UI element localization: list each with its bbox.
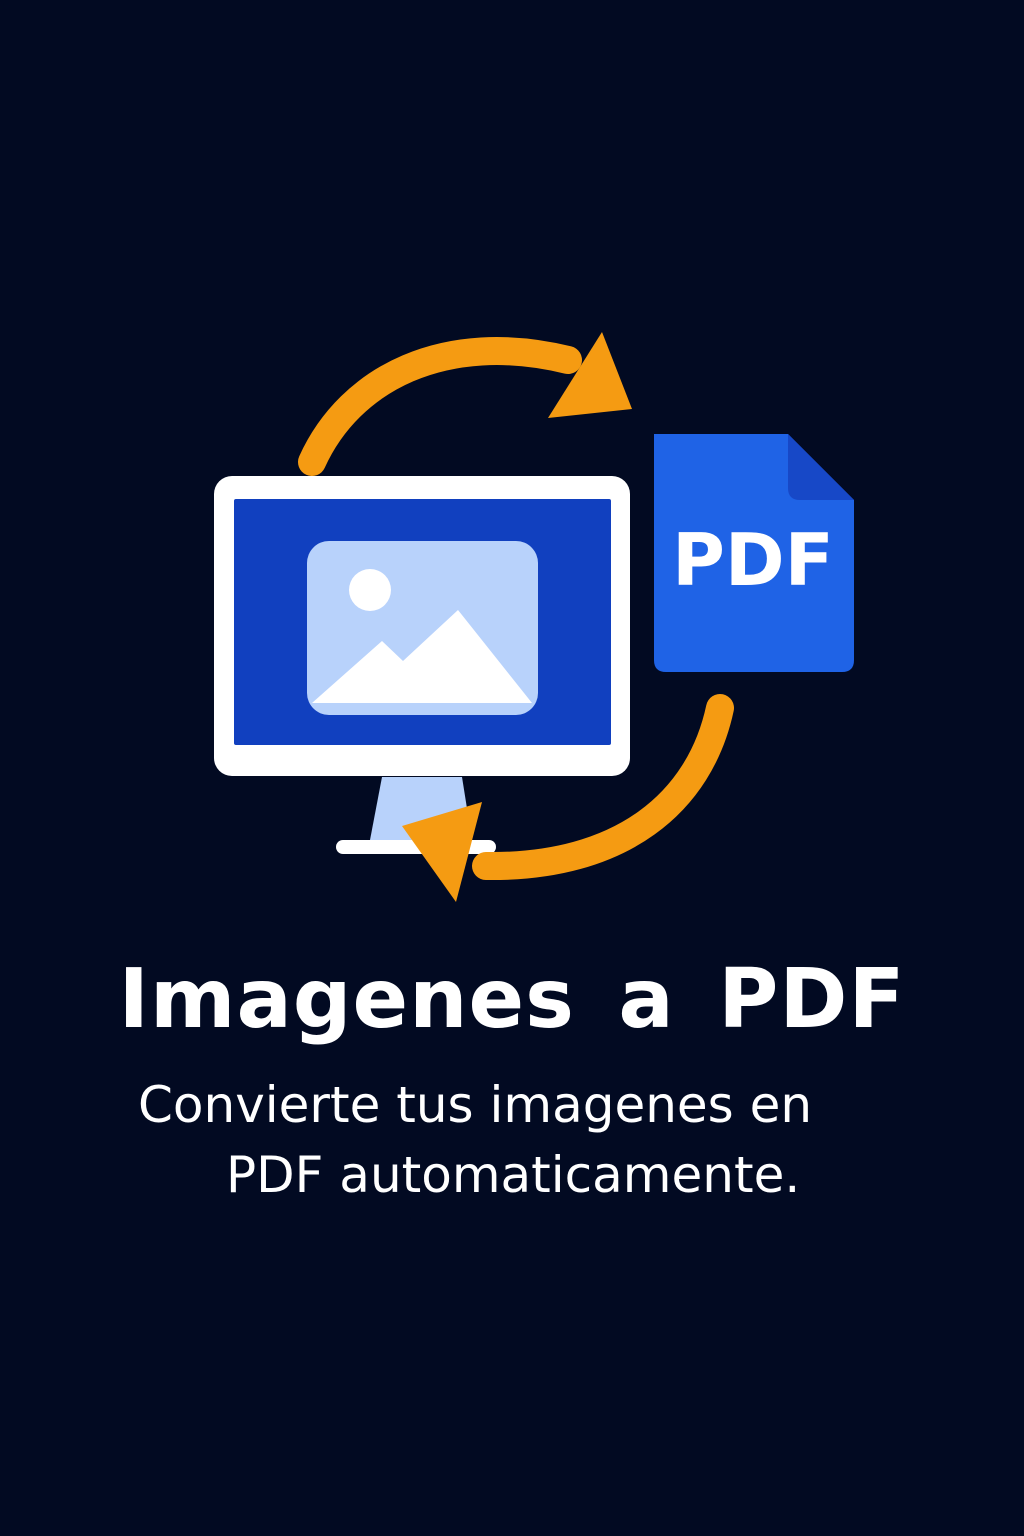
hero-screen: PDF Imagenes a PDF Convierte tus imagene… (0, 0, 1024, 1536)
page-title: Imagenes a PDF (118, 952, 906, 1047)
subtitle-line: PDF automaticamente. (226, 1146, 801, 1204)
pdf-badge-text: PDF (672, 518, 834, 602)
subtitle-line: Convierte tus imagenes en (138, 1076, 813, 1134)
image-placeholder-icon (307, 541, 538, 715)
pdf-document-icon: PDF (654, 434, 854, 672)
page-subtitle: Convierte tus imagenes en PDF automatica… (120, 1070, 920, 1210)
conversion-illustration: PDF (214, 332, 854, 902)
curved-arrow-right-icon (298, 332, 632, 476)
